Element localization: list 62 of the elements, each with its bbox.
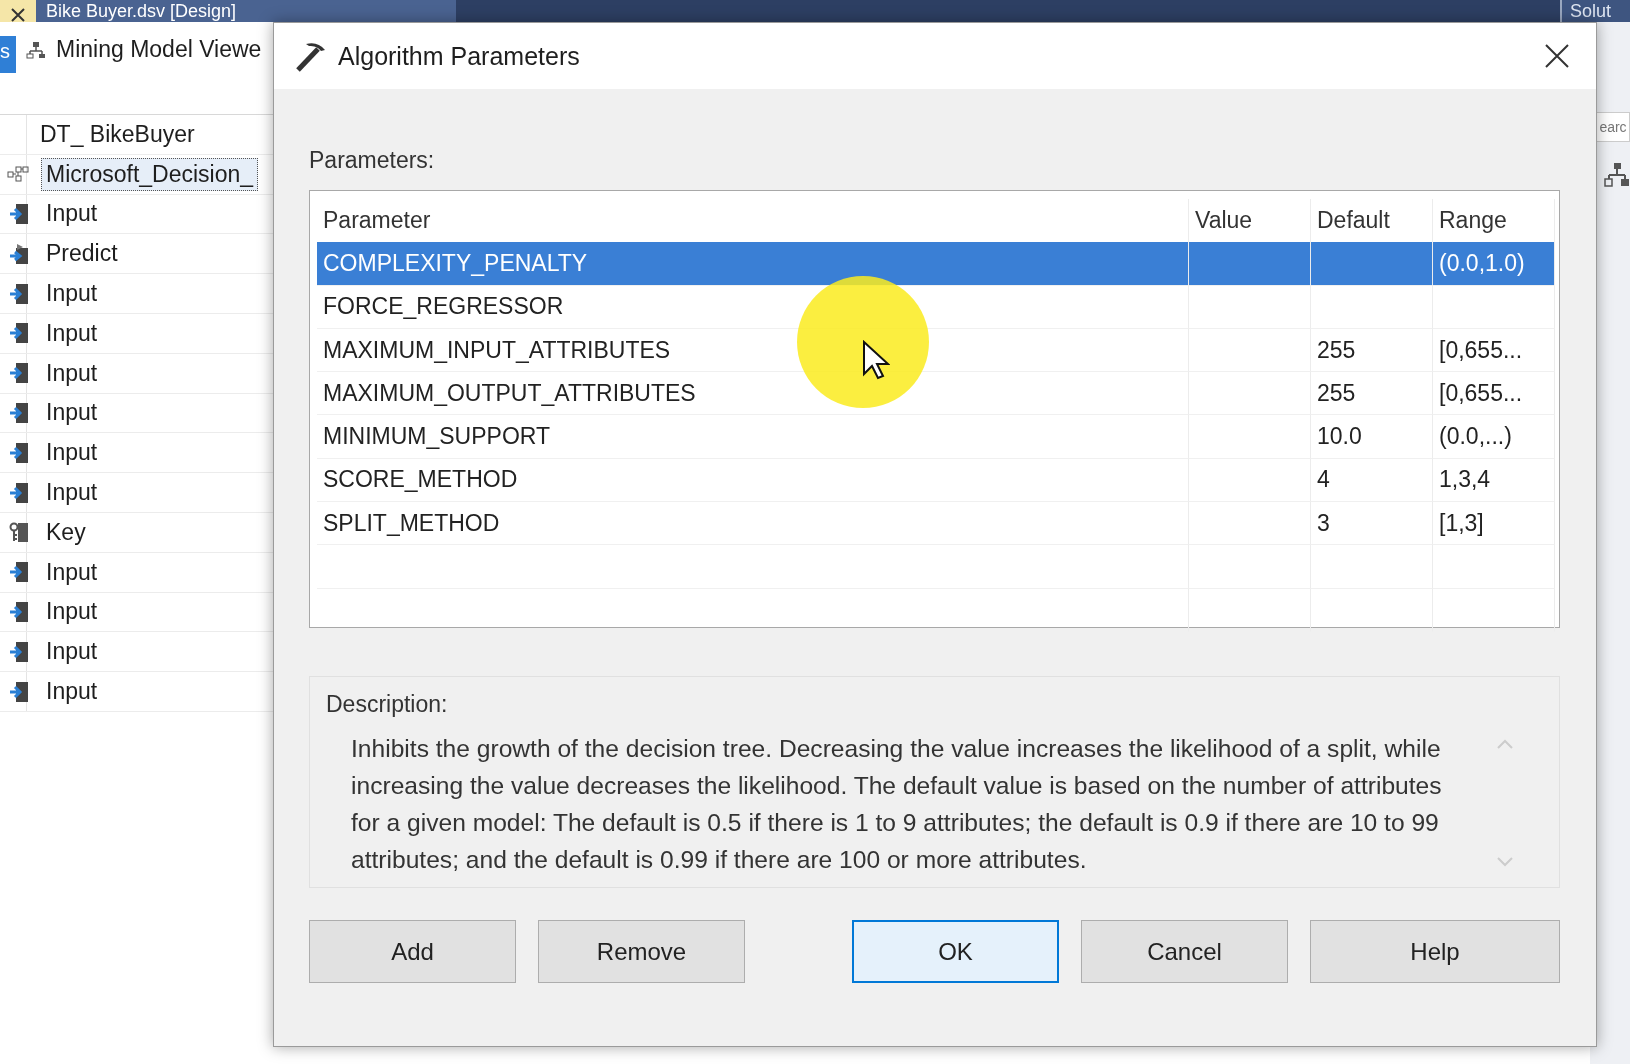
parameter-row[interactable]: MINIMUM_SUPPORT	[317, 415, 1189, 459]
input-column-icon	[9, 481, 29, 504]
table-cell: 3	[1311, 502, 1433, 546]
viewer-tab[interactable]: Mining Model Viewe	[26, 36, 262, 63]
table-cell: [0,655...	[1433, 328, 1555, 373]
table-cell: (0.0,...)	[1433, 415, 1555, 459]
table-cell: 255	[1311, 328, 1433, 373]
table-cell: (0.0,1.0)	[1433, 242, 1555, 286]
pointer-icon	[862, 340, 890, 380]
table-cell: 4	[1311, 458, 1433, 503]
column-usage[interactable]: Input	[41, 197, 103, 231]
hierarchy-icon	[26, 40, 46, 59]
close-tab-icon[interactable]	[11, 8, 25, 22]
predict-column-icon	[9, 242, 29, 265]
input-column-icon	[9, 600, 29, 623]
dialog-button[interactable]: OK	[852, 920, 1059, 983]
dialog-button[interactable]: Remove	[538, 920, 745, 983]
column-usage[interactable]: Input	[41, 635, 103, 669]
structure-name: DT_ BikeBuyer	[39, 119, 196, 149]
column-usage[interactable]: Input	[41, 675, 103, 709]
input-column-icon	[9, 441, 29, 464]
dialog-button[interactable]: Cancel	[1081, 920, 1288, 983]
dialog-title: Algorithm Parameters	[338, 41, 580, 71]
table-cell: [0,655...	[1433, 372, 1555, 416]
table-cell: 1,3,4	[1433, 458, 1555, 503]
parameter-row[interactable]: COMPLEXITY_PENALTY	[317, 242, 1189, 286]
column-usage[interactable]: Input	[41, 476, 103, 510]
model-item[interactable]: Microsoft_Decision_	[41, 157, 259, 191]
column-usage[interactable]: Input	[41, 436, 103, 470]
side-tab[interactable]: s	[0, 36, 16, 73]
table-cell: [1,3]	[1433, 502, 1555, 546]
column-usage[interactable]: Key	[41, 515, 91, 549]
column-usage[interactable]: Input	[41, 316, 103, 350]
description-label: Description:	[326, 691, 448, 718]
column-usage[interactable]: Input	[41, 277, 103, 311]
input-column-icon	[9, 561, 29, 584]
column-usage[interactable]: Input	[41, 396, 103, 430]
table-cell: 10.0	[1311, 415, 1433, 459]
key-icon	[9, 521, 29, 544]
parameters-label: Parameters:	[309, 147, 435, 174]
description-text: Inhibits the growth of the decision tree. Decreasing the value increases the likelihood of a split, while increasing the value decreases the likelihood. The default value is based on the number of attributes for a given model: The default is 0.5 if there is 1 to 9 attributes; the default is 0.9 if there are 10 to 99 attributes; and the default is 0.99 if there are 100 or more attributes.	[351, 734, 1443, 875]
input-column-icon	[9, 680, 29, 703]
column-usage[interactable]: Predict	[41, 237, 123, 271]
hierarchy-icon	[1604, 162, 1630, 188]
dialog-button[interactable]: Add	[309, 920, 516, 983]
column-usage[interactable]: Input	[41, 356, 103, 390]
search-field[interactable]: earc	[1596, 112, 1630, 142]
column-usage[interactable]: Input	[41, 555, 103, 589]
input-column-icon	[9, 362, 29, 385]
column-usage[interactable]: Input	[41, 595, 103, 629]
table-cell: 255	[1311, 372, 1433, 416]
model-icon	[7, 165, 29, 184]
input-column-icon	[9, 282, 29, 305]
input-column-icon	[9, 203, 29, 225]
input-column-icon	[9, 322, 29, 345]
parameter-row[interactable]: SPLIT_METHOD	[317, 502, 1189, 546]
input-column-icon	[9, 640, 29, 663]
parameter-row[interactable]: SCORE_METHOD	[317, 458, 1189, 503]
panel-tab[interactable]: Solut	[1560, 0, 1630, 22]
input-column-icon	[9, 401, 29, 424]
dialog-button[interactable]: Help	[1310, 920, 1560, 983]
document-tab[interactable]: Bike Buyer.dsv [Design]	[36, 0, 456, 22]
